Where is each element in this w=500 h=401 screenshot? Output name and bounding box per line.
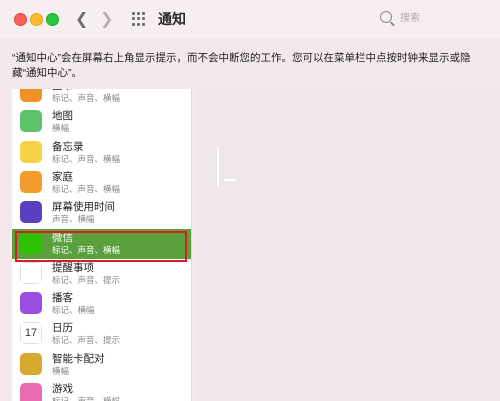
app-alert-styles: 标记、声音、横幅 xyxy=(52,93,121,103)
app-alert-styles: 声音、横幅 xyxy=(52,214,95,225)
app-row[interactable]: 屏幕使用时间 声音、横幅 xyxy=(12,198,191,228)
notification-center-description: “通知中心”会在屏幕右上角显示提示，而不会中断您的工作。您可以在菜单栏中点按时钟… xyxy=(12,52,471,79)
app-row[interactable]: 游戏 标记、声音、横幅 xyxy=(12,380,191,401)
app-alert-styles: 标记、声音、横幅 xyxy=(52,183,121,194)
app-name: 播客 xyxy=(52,292,73,305)
app-row[interactable]: 智能卡配对 横幅 xyxy=(12,350,191,380)
app-row[interactable]: 图书标记、声音、横幅 xyxy=(12,89,191,107)
zoom-window-button[interactable] xyxy=(46,13,59,26)
app-row[interactable]: 家庭 标记、声音、横幅 xyxy=(12,168,191,198)
app-row[interactable]: 地图 横幅 xyxy=(12,107,191,137)
maps-icon xyxy=(20,110,42,133)
app-settings-panel xyxy=(197,89,500,401)
app-name: 游戏 xyxy=(52,383,73,395)
app-name: 屏幕使用时间 xyxy=(52,201,115,214)
app-name: 日历 xyxy=(52,322,73,335)
hourglass-icon xyxy=(20,201,42,224)
reminders-icon xyxy=(20,261,42,284)
app-row[interactable]: 备忘录 标记、声音、横幅 xyxy=(12,138,191,168)
search-field[interactable] xyxy=(380,9,490,29)
app-row[interactable]: 播客 标记、横幅 xyxy=(12,289,191,319)
app-row[interactable]: 提醒事项 标记、声音、提示 xyxy=(12,259,191,289)
books-icon xyxy=(20,89,42,102)
home-icon xyxy=(20,170,42,193)
panel-divider xyxy=(217,147,219,187)
notes-icon xyxy=(20,140,42,163)
search-icon xyxy=(380,11,392,23)
selection-highlight-outline xyxy=(15,231,187,262)
minimize-window-button[interactable] xyxy=(30,13,43,26)
app-alert-styles: 横幅 xyxy=(52,123,70,134)
search-input[interactable] xyxy=(400,9,488,27)
app-alert-styles: 标记、声音、提示 xyxy=(52,274,121,285)
app-name: 地图 xyxy=(52,110,73,123)
app-name: 家庭 xyxy=(52,170,73,183)
game-center-icon xyxy=(20,383,42,401)
window-title: 通知 xyxy=(158,11,186,27)
close-window-button[interactable] xyxy=(14,13,27,26)
app-alert-styles: 标记、声音、横幅 xyxy=(52,153,121,164)
app-name: 备忘录 xyxy=(52,140,84,153)
panel-divider xyxy=(224,179,236,181)
calendar-icon-day: 17 xyxy=(24,327,38,340)
forward-button[interactable]: ❯ xyxy=(100,9,113,29)
app-name: 提醒事项 xyxy=(52,261,94,274)
smartcard-icon xyxy=(20,352,42,375)
app-name: 智能卡配对 xyxy=(52,352,105,365)
show-all-grid-icon[interactable] xyxy=(132,12,146,26)
calendar-icon: 17 xyxy=(20,322,42,345)
podcasts-icon xyxy=(20,292,42,315)
app-alert-styles: 标记、声音、提示 xyxy=(52,335,121,346)
app-alert-styles: 横幅 xyxy=(52,365,70,376)
app-alert-styles: 标记、横幅 xyxy=(52,305,95,316)
back-button[interactable]: ❮ xyxy=(75,9,88,29)
app-row[interactable]: 17 日历 标记、声音、提示 xyxy=(12,319,191,349)
app-alert-styles: 标记、声音、横幅 xyxy=(52,396,121,401)
title-bar: ❮ ❯ 通知 xyxy=(0,0,500,38)
